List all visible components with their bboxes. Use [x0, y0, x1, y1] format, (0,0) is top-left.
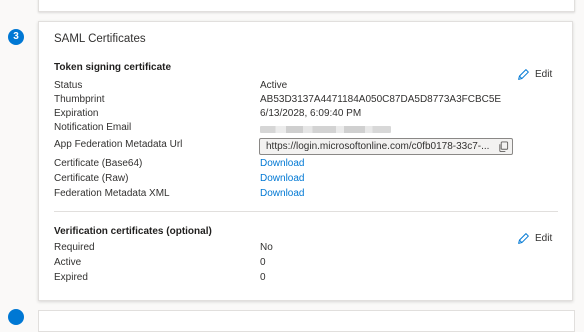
required-value: No	[260, 242, 273, 253]
federation-xml-download-link[interactable]: Download	[260, 188, 304, 199]
token-signing-heading: Token signing certificate	[54, 62, 172, 73]
verification-heading: Verification certificates (optional)	[54, 226, 212, 237]
thumbprint-value: AB53D3137A4471184A050C87DA5D8773A3FCBC5E	[260, 94, 502, 105]
card-title: SAML Certificates	[54, 33, 146, 45]
step-4-badge	[8, 309, 24, 325]
cert-raw-label: Certificate (Raw)	[54, 173, 129, 184]
expiration-label: Expiration	[54, 108, 99, 119]
federation-xml-label: Federation Metadata XML	[54, 188, 170, 199]
saml-certificates-card: SAML Certificates Token signing certific…	[38, 21, 573, 301]
pencil-icon	[518, 69, 529, 80]
verification-edit-button[interactable]: Edit	[517, 232, 552, 245]
status-label: Status	[54, 80, 83, 91]
status-value: Active	[260, 80, 288, 91]
section-divider	[54, 211, 558, 212]
next-section-card	[38, 310, 575, 332]
cert-base64-download-link[interactable]: Download	[260, 158, 304, 169]
federation-url-value: https://login.microsoftonline.com/c0fb01…	[266, 141, 490, 152]
notification-email-label: Notification Email	[54, 122, 132, 133]
federation-url-label: App Federation Metadata Url	[54, 139, 183, 150]
edit-label: Edit	[535, 233, 553, 244]
federation-url-field[interactable]: https://login.microsoftonline.com/c0fb01…	[259, 138, 513, 155]
pencil-icon	[518, 233, 529, 244]
cert-raw-download-link[interactable]: Download	[260, 173, 304, 184]
cert-base64-label: Certificate (Base64)	[54, 158, 143, 169]
copy-icon[interactable]	[494, 141, 512, 152]
active-label: Active	[54, 257, 82, 268]
thumbprint-label: Thumbprint	[54, 94, 105, 105]
previous-section-card	[38, 0, 575, 12]
expired-label: Expired	[54, 272, 88, 283]
edit-label: Edit	[535, 69, 553, 80]
step-3-badge: 3	[8, 29, 24, 45]
active-value: 0	[260, 257, 266, 268]
notification-email-redacted	[260, 126, 391, 133]
token-signing-edit-button[interactable]: Edit	[517, 68, 552, 81]
expiration-value: 6/13/2028, 6:09:40 PM	[260, 108, 362, 119]
required-label: Required	[54, 242, 95, 253]
expired-value: 0	[260, 272, 266, 283]
